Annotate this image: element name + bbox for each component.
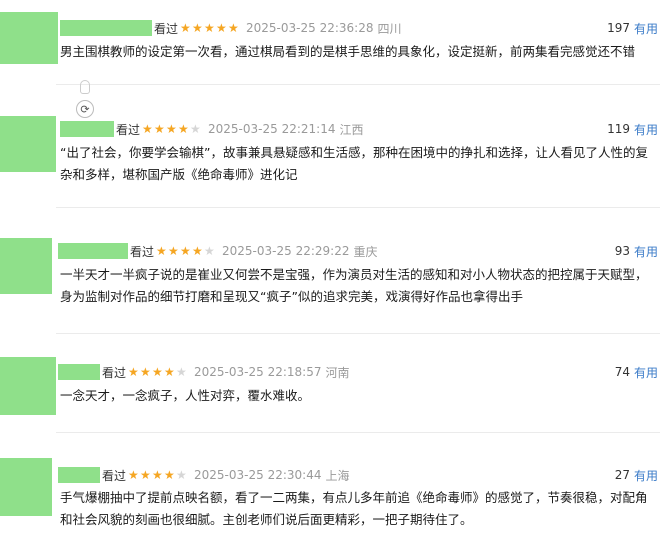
divider	[56, 207, 660, 208]
comment-time: 2025-03-25 22:18:57	[194, 365, 322, 379]
comment-meta: 看过 ★ ★ ★ ★ ★ 2025-03-25 22:36:28 四川	[154, 20, 401, 36]
watch-status: 看过	[102, 365, 127, 380]
watch-status: 看过	[154, 21, 179, 36]
star-icon: ★	[204, 244, 215, 258]
star-icon: ★	[168, 244, 179, 258]
star-icon: ★	[152, 468, 163, 482]
avatar[interactable]	[0, 116, 56, 172]
comment-item: 看过 ★ ★ ★ ★ ★ 2025-03-25 22:18:57 河南 74 有用 一念…	[0, 355, 660, 435]
rating-stars: ★ ★ ★ ★ ★	[156, 245, 216, 257]
star-icon: ★	[216, 21, 227, 35]
star-icon: ★	[164, 365, 175, 379]
watch-status: 看过	[102, 468, 127, 483]
username-redacted[interactable]	[60, 20, 152, 36]
watch-status: 看过	[130, 244, 155, 259]
vote-area: 119 有用	[607, 121, 658, 137]
rating-stars: ★ ★ ★ ★ ★	[128, 366, 188, 378]
comment-meta: 看过 ★ ★ ★ ★ ★ 2025-03-25 22:29:22 重庆	[130, 243, 377, 259]
comment-time: 2025-03-25 22:36:28	[246, 21, 374, 35]
star-icon: ★	[140, 365, 151, 379]
comment-time: 2025-03-25 22:29:22	[222, 244, 350, 258]
star-icon: ★	[204, 21, 215, 35]
useful-button[interactable]: 有用	[634, 20, 658, 37]
comment-item: 看过 ★ ★ ★ ★ ★ 2025-03-25 22:30:44 上海 27 有用 手气…	[0, 455, 660, 551]
avatar[interactable]	[0, 458, 52, 516]
vote-area: 27 有用	[615, 467, 658, 483]
star-icon: ★	[228, 21, 239, 35]
star-icon: ★	[142, 122, 153, 136]
star-icon: ★	[156, 244, 167, 258]
star-icon: ★	[164, 468, 175, 482]
vote-count: 119	[607, 122, 630, 136]
comment-location: 上海	[325, 468, 350, 483]
comment-text: 男主围棋教师的设定第一次看，通过棋局看到的是棋手思维的具象化，设定挺新，前两集看…	[60, 44, 636, 59]
star-icon: ★	[180, 21, 191, 35]
star-icon: ★	[176, 365, 187, 379]
username-redacted[interactable]	[58, 243, 128, 259]
username-redacted[interactable]	[58, 364, 100, 380]
divider	[56, 432, 660, 433]
comment-item: 看过 ★ ★ ★ ★ ★ 2025-03-25 22:29:22 重庆 93 有用 一半…	[0, 232, 660, 332]
comment-item: 看过 ★ ★ ★ ★ ★ 2025-03-25 22:21:14 江西 119 有用 “…	[0, 112, 660, 212]
star-icon: ★	[192, 244, 203, 258]
watch-status: 看过	[116, 122, 141, 137]
comment-time: 2025-03-25 22:30:44	[194, 468, 322, 482]
comment-text: 手气爆棚抽中了提前点映名额，看了一二两集，有点儿多年前追《绝命毒师》的感觉了，节…	[60, 490, 648, 527]
vote-count: 74	[614, 365, 630, 379]
comment-text: 一念天才，一念疯子，人性对弈，覆水难收。	[60, 388, 311, 403]
lightbulb-icon	[80, 80, 90, 94]
comment-text: “出了社会，你要学会输棋”，故事兼具悬疑感和生活感，那种在困境中的挣扎和选择，让…	[60, 145, 648, 182]
star-icon: ★	[128, 365, 139, 379]
comment-location: 四川	[377, 21, 402, 36]
star-icon: ★	[176, 468, 187, 482]
divider	[56, 84, 660, 85]
divider	[56, 333, 660, 334]
username-redacted[interactable]	[60, 121, 114, 137]
useful-button[interactable]: 有用	[634, 364, 658, 381]
comment-meta: 看过 ★ ★ ★ ★ ★ 2025-03-25 22:21:14 江西	[116, 121, 363, 137]
star-icon: ★	[192, 21, 203, 35]
avatar[interactable]	[0, 12, 58, 64]
vote-count: 197	[607, 21, 630, 35]
comment-location: 河南	[325, 365, 350, 380]
useful-button[interactable]: 有用	[634, 243, 658, 260]
avatar[interactable]	[0, 357, 56, 415]
rating-stars: ★ ★ ★ ★ ★	[142, 123, 202, 135]
star-icon: ★	[166, 122, 177, 136]
comment-location: 重庆	[353, 244, 378, 259]
star-icon: ★	[152, 365, 163, 379]
vote-area: 197 有用	[607, 20, 658, 36]
username-redacted[interactable]	[58, 467, 100, 483]
comment-text: 一半天才一半疯子说的是崔业又何尝不是宝强，作为演员对生活的感知和对小人物状态的把…	[60, 267, 648, 304]
comment-meta: 看过 ★ ★ ★ ★ ★ 2025-03-25 22:30:44 上海	[102, 467, 349, 483]
comment-item: 看过 ★ ★ ★ ★ ★ 2025-03-25 22:36:28 四川 197 有用 男…	[0, 0, 660, 90]
star-icon: ★	[140, 468, 151, 482]
useful-button[interactable]: 有用	[634, 121, 658, 138]
vote-count: 93	[614, 244, 630, 258]
vote-area: 93 有用	[615, 243, 658, 259]
star-icon: ★	[180, 244, 191, 258]
rating-stars: ★ ★ ★ ★ ★	[128, 469, 188, 481]
comment-location: 江西	[339, 122, 364, 137]
vote-area: 74 有用	[615, 364, 658, 380]
star-icon: ★	[128, 468, 139, 482]
vote-count: 27	[614, 468, 630, 482]
avatar[interactable]	[0, 238, 52, 294]
star-icon: ★	[190, 122, 201, 136]
rating-stars: ★ ★ ★ ★ ★	[180, 22, 240, 34]
useful-button[interactable]: 有用	[634, 467, 658, 484]
star-icon: ★	[178, 122, 189, 136]
comment-time: 2025-03-25 22:21:14	[208, 122, 336, 136]
star-icon: ★	[154, 122, 165, 136]
comment-meta: 看过 ★ ★ ★ ★ ★ 2025-03-25 22:18:57 河南	[102, 364, 349, 380]
